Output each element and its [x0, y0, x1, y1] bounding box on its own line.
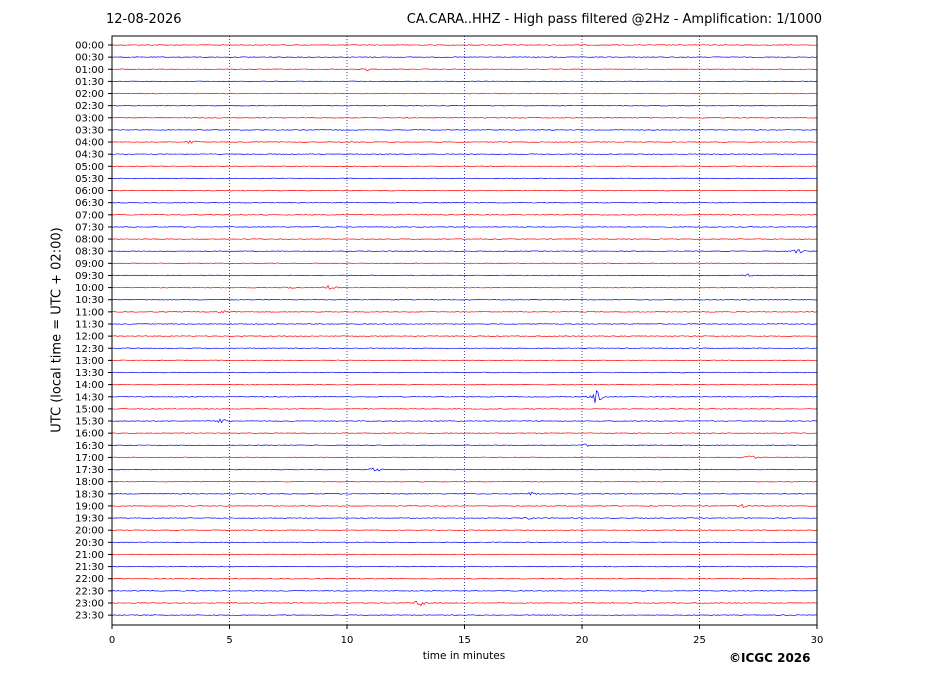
x-tick-label: 20 — [576, 635, 589, 646]
trace-line — [111, 577, 818, 580]
trace-line — [111, 238, 818, 240]
y-tick-label: 12:30 — [75, 344, 104, 355]
y-tick-label: 09:30 — [75, 271, 104, 282]
y-tick-label: 08:00 — [75, 235, 104, 246]
y-tick-label: 18:00 — [75, 477, 104, 488]
trace-line — [111, 614, 818, 616]
y-tick-label: 14:30 — [75, 392, 104, 403]
y-tick-label: 00:30 — [75, 53, 104, 64]
x-tick-label: 0 — [109, 635, 115, 646]
y-tick-label: 17:00 — [75, 453, 104, 464]
y-tick-label: 14:00 — [75, 380, 104, 391]
trace-line — [111, 273, 818, 277]
y-tick-label: 03:30 — [75, 125, 104, 136]
trace-line — [111, 389, 818, 403]
y-tick-label: 22:00 — [75, 574, 104, 585]
x-tick-label: 30 — [811, 635, 824, 646]
trace-line — [111, 214, 818, 216]
y-tick-label: 05:00 — [75, 162, 104, 173]
y-tick-label: 10:30 — [75, 295, 104, 306]
trace-line — [111, 553, 818, 556]
y-tick-label: 06:30 — [75, 198, 104, 209]
y-tick-label: 10:00 — [75, 283, 104, 294]
trace-line — [111, 201, 818, 204]
y-tick-label: 19:00 — [75, 501, 104, 512]
y-tick-label: 07:00 — [75, 210, 104, 221]
trace-line — [111, 541, 818, 544]
trace-line — [111, 323, 818, 325]
y-tick-label: 23:30 — [75, 611, 104, 622]
y-tick-label: 16:00 — [75, 429, 104, 440]
y-tick-label: 11:30 — [75, 319, 104, 330]
y-tick-label: 02:00 — [75, 89, 104, 100]
trace-line — [111, 117, 818, 119]
y-tick-label: 13:00 — [75, 356, 104, 367]
y-tick-label: 04:00 — [75, 138, 104, 149]
trace-line — [111, 177, 818, 180]
trace-line — [111, 165, 818, 168]
y-tick-label: 01:00 — [75, 65, 104, 76]
trace-line — [111, 480, 818, 483]
x-tick-label: 5 — [226, 635, 232, 646]
y-tick-label: 22:30 — [75, 586, 104, 597]
y-tick-label: 17:30 — [75, 465, 104, 476]
trace-line — [111, 226, 818, 228]
y-tick-label: 02:30 — [75, 101, 104, 112]
trace-line — [111, 153, 818, 155]
y-tick-label: 04:30 — [75, 150, 104, 161]
y-tick-label: 20:00 — [75, 526, 104, 537]
trace-line — [111, 189, 818, 192]
trace-line — [111, 529, 818, 531]
trace-line — [111, 408, 818, 410]
y-tick-label: 05:30 — [75, 174, 104, 185]
trace-line — [111, 565, 818, 568]
y-tick-label: 15:00 — [75, 404, 104, 415]
y-tick-label: 13:30 — [75, 368, 104, 379]
y-tick-label: 09:00 — [75, 259, 104, 270]
trace-line — [111, 335, 818, 337]
y-tick-label: 11:00 — [75, 307, 104, 318]
y-tick-label: 01:30 — [75, 77, 104, 88]
y-tick-label: 00:00 — [75, 41, 104, 52]
y-tick-label: 06:00 — [75, 186, 104, 197]
x-tick-label: 10 — [341, 635, 354, 646]
y-tick-label: 07:30 — [75, 222, 104, 233]
y-tick-label: 15:30 — [75, 417, 104, 428]
x-tick-label: 15 — [458, 635, 471, 646]
y-tick-label: 19:30 — [75, 514, 104, 525]
x-tick-label: 25 — [693, 635, 706, 646]
trace-line — [111, 383, 818, 386]
y-tick-label: 18:30 — [75, 489, 104, 500]
seismogram-chart: 00:0000:3001:0001:3002:0002:3003:0003:30… — [75, 35, 824, 646]
y-tick-label: 20:30 — [75, 538, 104, 549]
trace-line — [111, 299, 818, 301]
y-tick-label: 03:00 — [75, 113, 104, 124]
y-tick-label: 08:30 — [75, 247, 104, 258]
trace-line — [111, 262, 818, 265]
y-tick-label: 12:00 — [75, 332, 104, 343]
y-tick-label: 21:30 — [75, 562, 104, 573]
y-tick-label: 23:00 — [75, 598, 104, 609]
y-tick-label: 21:00 — [75, 550, 104, 561]
y-tick-label: 16:30 — [75, 441, 104, 452]
